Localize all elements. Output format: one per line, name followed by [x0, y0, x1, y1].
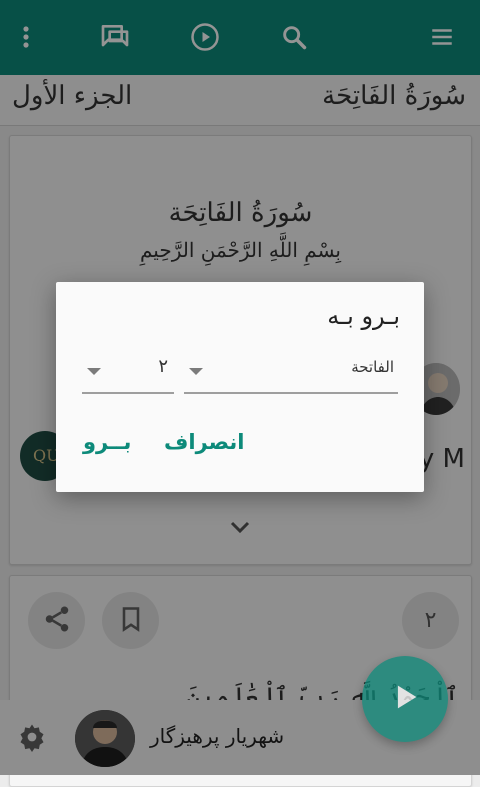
go-to-dialog: بـرو بـه الفاتحة ۲ انصراف بــرو: [56, 282, 424, 492]
surah-select-value: الفاتحة: [351, 358, 394, 376]
play-icon: [388, 680, 422, 718]
surah-select[interactable]: الفاتحة: [184, 352, 398, 396]
ayah-select[interactable]: ۲: [82, 352, 174, 396]
ayah-select-underline: [82, 392, 174, 394]
dialog-title: بـرو بـه: [327, 302, 400, 330]
surah-dropdown-caret-icon: [189, 368, 203, 375]
go-button[interactable]: بــرو: [83, 430, 131, 454]
play-fab-button[interactable]: [362, 656, 448, 742]
surah-select-underline: [184, 392, 398, 394]
ayah-select-value: ۲: [158, 356, 168, 377]
ayah-dropdown-caret-icon: [87, 368, 101, 375]
cancel-button[interactable]: انصراف: [164, 430, 244, 454]
